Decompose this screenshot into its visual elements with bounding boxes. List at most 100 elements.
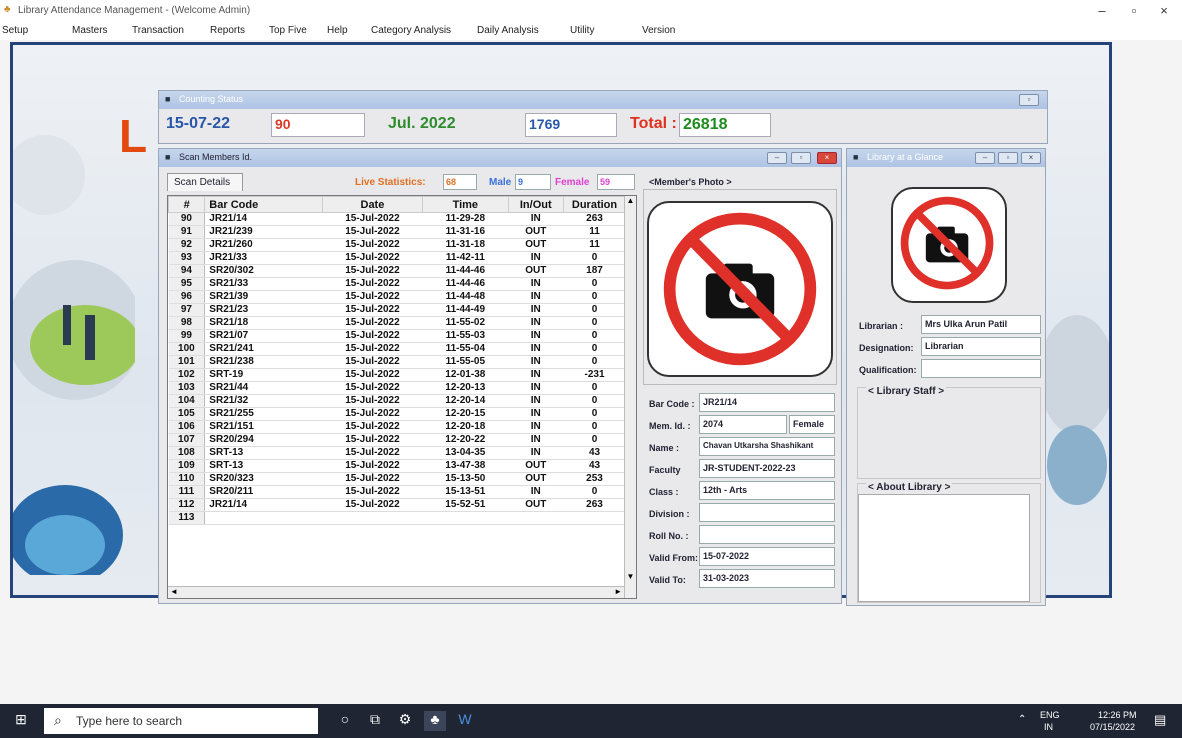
notification-icon[interactable]: ▤ <box>1154 712 1166 728</box>
scan-table-body: 90 JR21/14 15-Jul-2022 11-29-28 IN 263 91 JR21/… <box>168 212 626 525</box>
scroll-left-arrow[interactable]: ◄ <box>170 587 178 596</box>
taskbar-search[interactable]: ⌕ Type here to search <box>44 708 318 734</box>
class-field[interactable]: 12th - Arts <box>699 481 835 500</box>
roll-no-field[interactable] <box>699 525 835 544</box>
settings-icon[interactable]: ⚙ <box>394 711 416 728</box>
scan-grid[interactable]: # Bar Code Date Time In/Out Duration 90 J… <box>167 195 637 599</box>
roll-no-label: Roll No. : <box>649 531 689 541</box>
row-time: 11-44-49 <box>422 303 509 317</box>
menu-category-analysis[interactable]: Category Analysis <box>371 25 451 36</box>
tab-scan-details[interactable]: Scan Details <box>167 173 243 191</box>
row-time: 15-52-51 <box>422 498 509 512</box>
table-row[interactable]: 95 SR21/33 15-Jul-2022 11-44-46 IN 0 <box>168 277 626 291</box>
col-time[interactable]: Time <box>422 196 509 213</box>
table-row[interactable]: 108 SRT-13 15-Jul-2022 13-04-35 IN 43 <box>168 446 626 460</box>
table-row[interactable]: 113 <box>168 511 626 525</box>
counting-status-restore-button[interactable]: ▫ <box>1019 94 1039 106</box>
menu-reports[interactable]: Reports <box>210 25 245 36</box>
table-row[interactable]: 107 SR20/294 15-Jul-2022 12-20-22 IN 0 <box>168 433 626 447</box>
scroll-right-arrow[interactable]: ► <box>614 587 622 596</box>
word-icon[interactable]: W <box>454 711 476 727</box>
menu-transaction[interactable]: Transaction <box>132 25 184 36</box>
table-row[interactable]: 90 JR21/14 15-Jul-2022 11-29-28 IN 263 <box>168 212 626 226</box>
col-duration[interactable]: Duration <box>563 196 626 213</box>
gender-field[interactable]: Female <box>789 415 835 434</box>
row-in-out: IN <box>508 212 564 226</box>
month-display: Jul. 2022 <box>388 115 456 132</box>
tray-lang[interactable]: ENG <box>1040 710 1060 720</box>
windows-start-icon[interactable]: ⊞ <box>10 711 32 728</box>
window-icon: ■ <box>165 152 171 162</box>
table-row[interactable]: 96 SR21/39 15-Jul-2022 11-44-48 IN 0 <box>168 290 626 304</box>
table-row[interactable]: 93 JR21/33 15-Jul-2022 11-42-11 IN 0 <box>168 251 626 265</box>
table-row[interactable]: 112 JR21/14 15-Jul-2022 15-52-51 OUT 263 <box>168 498 626 512</box>
library-app-taskbar-icon[interactable]: ♣ <box>424 711 446 731</box>
table-row[interactable]: 103 SR21/44 15-Jul-2022 12-20-13 IN 0 <box>168 381 626 395</box>
table-row[interactable]: 105 SR21/255 15-Jul-2022 12-20-15 IN 0 <box>168 407 626 421</box>
table-row[interactable]: 102 SRT-19 15-Jul-2022 12-01-38 IN -231 <box>168 368 626 382</box>
scan-close-button[interactable]: × <box>817 152 837 164</box>
menu-daily-analysis[interactable]: Daily Analysis <box>477 25 539 36</box>
valid-to-field[interactable]: 31-03-2023 <box>699 569 835 588</box>
table-row[interactable]: 98 SR21/18 15-Jul-2022 11-55-02 IN 0 <box>168 316 626 330</box>
tray-time[interactable]: 12:26 PM <box>1098 710 1137 720</box>
tray-chevron-icon[interactable]: ⌃ <box>1018 714 1026 725</box>
glance-close-button[interactable]: × <box>1021 152 1041 164</box>
faculty-field[interactable]: JR-STUDENT-2022-23 <box>699 459 835 478</box>
table-row[interactable]: 109 SRT-13 15-Jul-2022 13-47-38 OUT 43 <box>168 459 626 473</box>
row-duration: 0 <box>563 303 626 317</box>
mem-id-field[interactable]: 2074 <box>699 415 787 434</box>
table-row[interactable]: 91 JR21/239 15-Jul-2022 11-31-16 OUT 11 <box>168 225 626 239</box>
table-row[interactable]: 99 SR21/07 15-Jul-2022 11-55-03 IN 0 <box>168 329 626 343</box>
menu-utility[interactable]: Utility <box>570 25 594 36</box>
cortana-icon[interactable]: ○ <box>334 711 356 727</box>
menu-masters[interactable]: Masters <box>72 25 108 36</box>
scan-minimize-button[interactable]: – <box>767 152 787 164</box>
table-row[interactable]: 94 SR20/302 15-Jul-2022 11-44-46 OUT 187 <box>168 264 626 278</box>
row-bar-code: SR20/302 <box>204 264 323 278</box>
col-date[interactable]: Date <box>321 196 424 213</box>
scroll-down-arrow[interactable]: ▼ <box>625 572 636 584</box>
counting-status-window: ■ Counting Status ▫ 15-07-22 90 Jul. 202… <box>158 90 1048 144</box>
search-placeholder: Type here to search <box>76 714 183 728</box>
name-field[interactable]: Chavan Utkarsha Shashikant <box>699 437 835 456</box>
glance-minimize-button[interactable]: – <box>975 152 995 164</box>
menu-setup[interactable]: Setup <box>2 25 28 36</box>
table-row[interactable]: 92 JR21/260 15-Jul-2022 11-31-18 OUT 11 <box>168 238 626 252</box>
glance-maximize-button[interactable]: ▫ <box>998 152 1018 164</box>
male-value: 9 <box>515 174 551 190</box>
table-row[interactable]: 101 SR21/238 15-Jul-2022 11-55-05 IN 0 <box>168 355 626 369</box>
col-index[interactable]: # <box>167 196 206 213</box>
menu-help[interactable]: Help <box>327 25 348 36</box>
menu-top-five[interactable]: Top Five <box>269 25 307 36</box>
about-library-text[interactable] <box>858 494 1030 602</box>
menu-version[interactable]: Version <box>642 25 675 36</box>
row-duration: 187 <box>563 264 626 278</box>
row-index: 91 <box>168 225 206 239</box>
table-row[interactable]: 104 SR21/32 15-Jul-2022 12-20-14 IN 0 <box>168 394 626 408</box>
row-bar-code: JR21/33 <box>204 251 323 265</box>
col-bar-code[interactable]: Bar Code <box>204 196 323 213</box>
tray-date[interactable]: 07/15/2022 <box>1090 722 1135 732</box>
col-in-out[interactable]: In/Out <box>507 196 565 213</box>
maximize-button[interactable]: ▫ <box>1120 2 1148 20</box>
scan-maximize-button[interactable]: ▫ <box>791 152 811 164</box>
table-row[interactable]: 110 SR20/323 15-Jul-2022 15-13-50 OUT 253 <box>168 472 626 486</box>
table-row[interactable]: 97 SR21/23 15-Jul-2022 11-44-49 IN 0 <box>168 303 626 317</box>
scroll-up-arrow[interactable]: ▲ <box>625 196 636 208</box>
task-view-icon[interactable]: ⧉ <box>364 711 386 728</box>
valid-from-field[interactable]: 15-07-2022 <box>699 547 835 566</box>
division-field[interactable] <box>699 503 835 522</box>
row-in-out: IN <box>508 303 564 317</box>
horizontal-scrollbar[interactable]: ◄ ► <box>168 586 624 598</box>
table-row[interactable]: 100 SR21/241 15-Jul-2022 11-55-04 IN 0 <box>168 342 626 356</box>
table-row[interactable]: 111 SR20/211 15-Jul-2022 15-13-51 IN 0 <box>168 485 626 499</box>
minimize-button[interactable]: – <box>1088 2 1116 20</box>
tray-region[interactable]: IN <box>1044 722 1053 732</box>
close-button[interactable]: × <box>1150 2 1178 20</box>
app-icon: ♣ <box>4 4 11 15</box>
taskbar: ⊞ ⌕ Type here to search ○ ⧉ ⚙ ♣ W ⌃ ENG … <box>0 704 1182 738</box>
table-row[interactable]: 106 SR21/151 15-Jul-2022 12-20-18 IN 0 <box>168 420 626 434</box>
bar-code-field[interactable]: JR21/14 <box>699 393 835 412</box>
vertical-scrollbar[interactable]: ▲ ▼ <box>624 196 636 598</box>
